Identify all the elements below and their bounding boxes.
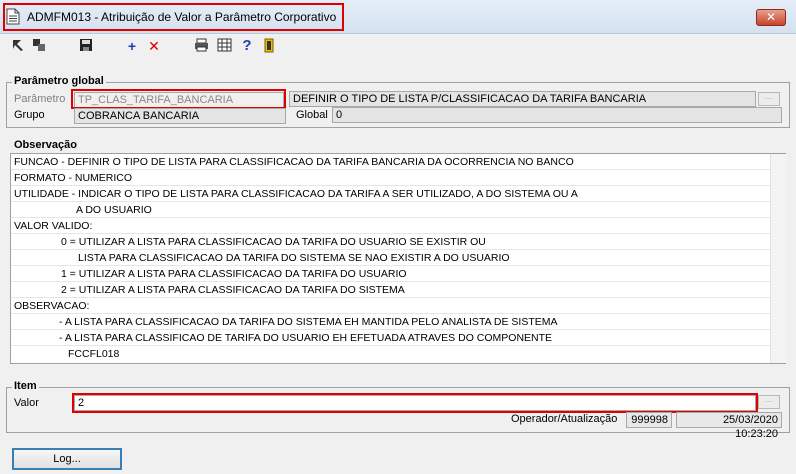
observacao-title: Observação — [12, 139, 79, 151]
title-highlight — [3, 3, 344, 31]
global-label: Global — [296, 109, 328, 121]
grupo-field: COBRANCA BANCARIA — [74, 108, 286, 124]
add-icon[interactable]: + — [124, 38, 140, 54]
observacao-line: FUNCAO - DEFINIR O TIPO DE LISTA PARA CL… — [11, 154, 771, 170]
observacao-line: 2 = UTILIZAR A LISTA PARA CLASSIFICACAO … — [11, 282, 771, 298]
grid-icon[interactable] — [216, 38, 232, 54]
observacao-line: - A LISTA PARA CLASSIFICAO DE TARIFA DO … — [11, 330, 771, 346]
observacao-line: OBSERVACAO: — [11, 298, 771, 314]
title-bar: ADMFM013 - Atribuição de Valor a Parâmet… — [0, 0, 796, 34]
observacao-line: FCCFL018 — [68, 348, 120, 360]
log-button[interactable]: Log... — [12, 448, 122, 470]
close-button[interactable]: ✕ — [756, 9, 786, 26]
parametro-lookup-button[interactable]: ··· — [758, 92, 780, 106]
parametro-description-field: DEFINIR O TIPO DE LISTA P/CLASSIFICACAO … — [289, 91, 756, 107]
observacao-line: LISTA PARA CLASSIFICACAO DA TARIFA DO SI… — [11, 250, 771, 266]
parametro-label: Parâmetro — [14, 93, 66, 105]
print-icon[interactable] — [193, 38, 209, 54]
operador-field: 999998 — [626, 412, 672, 428]
item-title: Item — [12, 380, 39, 392]
parametro-highlight — [71, 89, 286, 109]
delete-icon[interactable]: ✕ — [146, 38, 162, 54]
observacao-line: 0 = UTILIZAR A LISTA PARA CLASSIFICACAO … — [11, 234, 771, 250]
observacao-line: UTILIDADE - INDICAR O TIPO DE LISTA PARA… — [11, 186, 771, 202]
exit-icon[interactable] — [262, 38, 278, 54]
valor-label: Valor — [14, 397, 39, 409]
atualizacao-field: 25/03/2020 10:23:20 — [676, 412, 782, 440]
help-icon[interactable]: ? — [239, 38, 255, 54]
save-icon[interactable] — [78, 38, 94, 54]
observacao-line: - A LISTA PARA CLASSIFICACAO DA TARIFA D… — [11, 314, 771, 330]
operador-label: Operador/Atualização — [511, 413, 618, 425]
observacao-line: VALOR VALIDO: — [11, 218, 771, 234]
arrow-back-icon[interactable] — [10, 38, 26, 54]
grupo-label: Grupo — [14, 109, 45, 121]
valor-highlight — [72, 393, 758, 413]
copy-icon[interactable] — [31, 38, 47, 54]
observacao-line: A DO USUARIO — [11, 202, 771, 218]
observacao-line: FORMATO - NUMERICO — [11, 170, 771, 186]
observacao-textarea[interactable]: FUNCAO - DEFINIR O TIPO DE LISTA PARA CL… — [10, 153, 786, 364]
observacao-scrollbar[interactable] — [770, 154, 786, 363]
global-field: 0 — [332, 107, 782, 123]
valor-lookup-button[interactable]: ··· — [758, 395, 780, 409]
parametro-global-title: Parâmetro global — [12, 75, 106, 87]
observacao-line: 1 = UTILIZAR A LISTA PARA CLASSIFICACAO … — [11, 266, 771, 282]
